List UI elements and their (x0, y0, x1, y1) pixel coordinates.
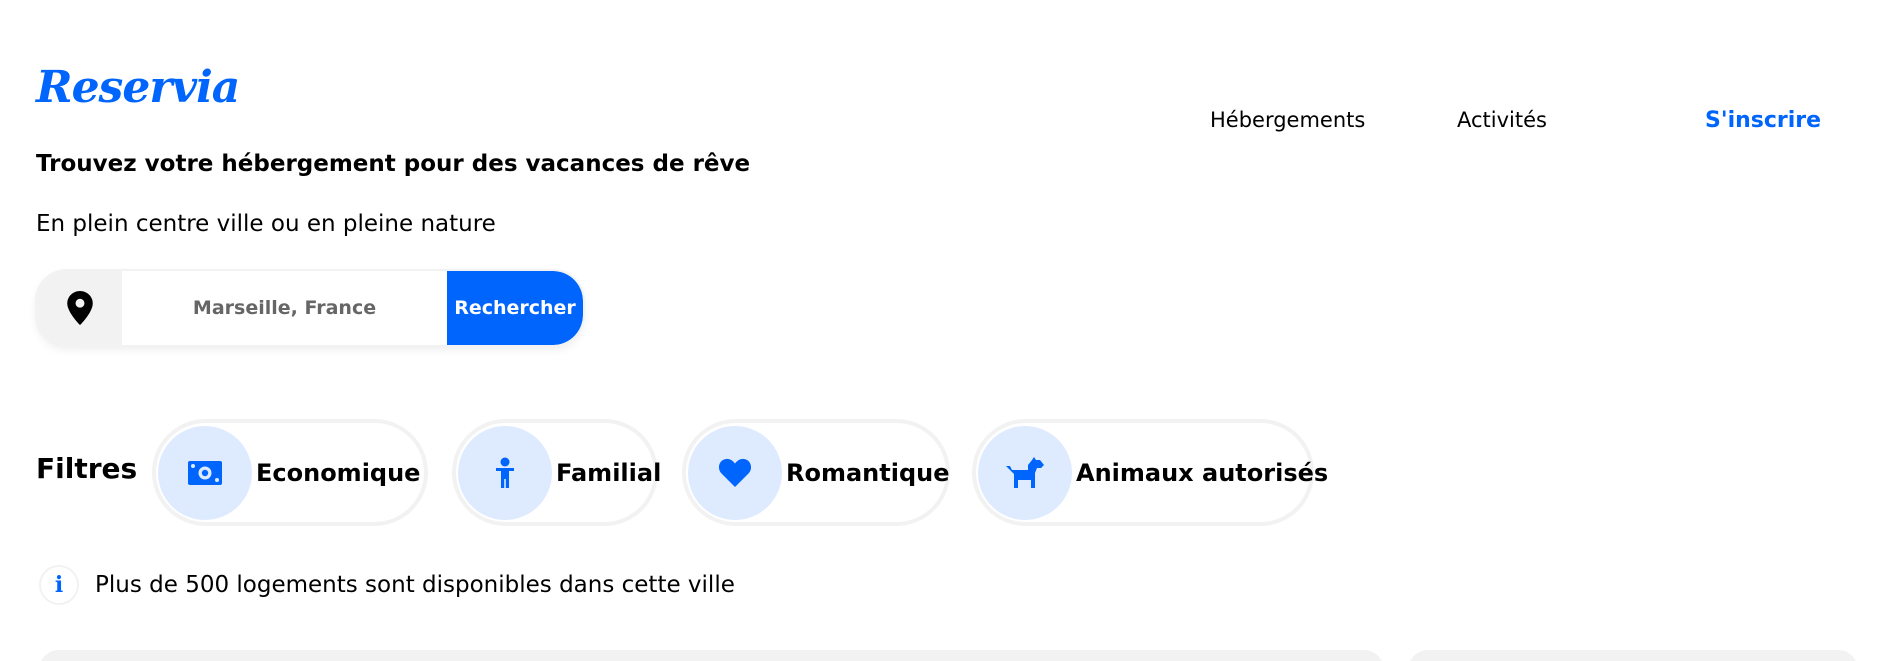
results-card (39, 650, 1384, 661)
results-card (1408, 650, 1858, 661)
filter-label: Familial (556, 458, 662, 487)
hero-subtitle: En plein centre ville ou en pleine natur… (36, 211, 496, 237)
nav-link-hebergements[interactable]: Hébergements (1210, 108, 1365, 132)
search-button[interactable]: Rechercher (447, 271, 583, 345)
filter-label: Romantique (786, 458, 950, 487)
logo[interactable]: Reservia (36, 62, 240, 113)
info-message: i Plus de 500 logements sont disponibles… (39, 565, 735, 605)
filter-romantique[interactable]: Romantique (686, 423, 950, 522)
filter-animaux[interactable]: Animaux autorisés (976, 423, 1328, 522)
main-nav: Hébergements Activités S'inscrire (0, 108, 1883, 138)
filters-label: Filtres (36, 452, 138, 485)
filter-familial[interactable]: Familial (456, 423, 661, 522)
signup-link[interactable]: S'inscrire (1705, 108, 1821, 133)
heart-icon (688, 425, 782, 520)
money-bill-icon (158, 425, 252, 520)
filter-economique[interactable]: Economique (156, 423, 424, 522)
nav-link-activites[interactable]: Activités (1457, 108, 1547, 132)
filter-label: Economique (256, 458, 421, 487)
child-icon (458, 425, 552, 520)
hero-title: Trouvez votre hébergement pour des vacan… (36, 151, 751, 177)
location-pin-icon (37, 271, 122, 345)
info-icon: i (39, 565, 79, 605)
search-input[interactable] (122, 271, 447, 345)
info-text: Plus de 500 logements sont disponibles d… (95, 572, 735, 598)
dog-icon (978, 425, 1072, 520)
page: Reservia Hébergements Activités S'inscri… (0, 0, 1883, 661)
filter-label: Animaux autorisés (1076, 458, 1329, 487)
search-bar: Rechercher (37, 271, 583, 345)
